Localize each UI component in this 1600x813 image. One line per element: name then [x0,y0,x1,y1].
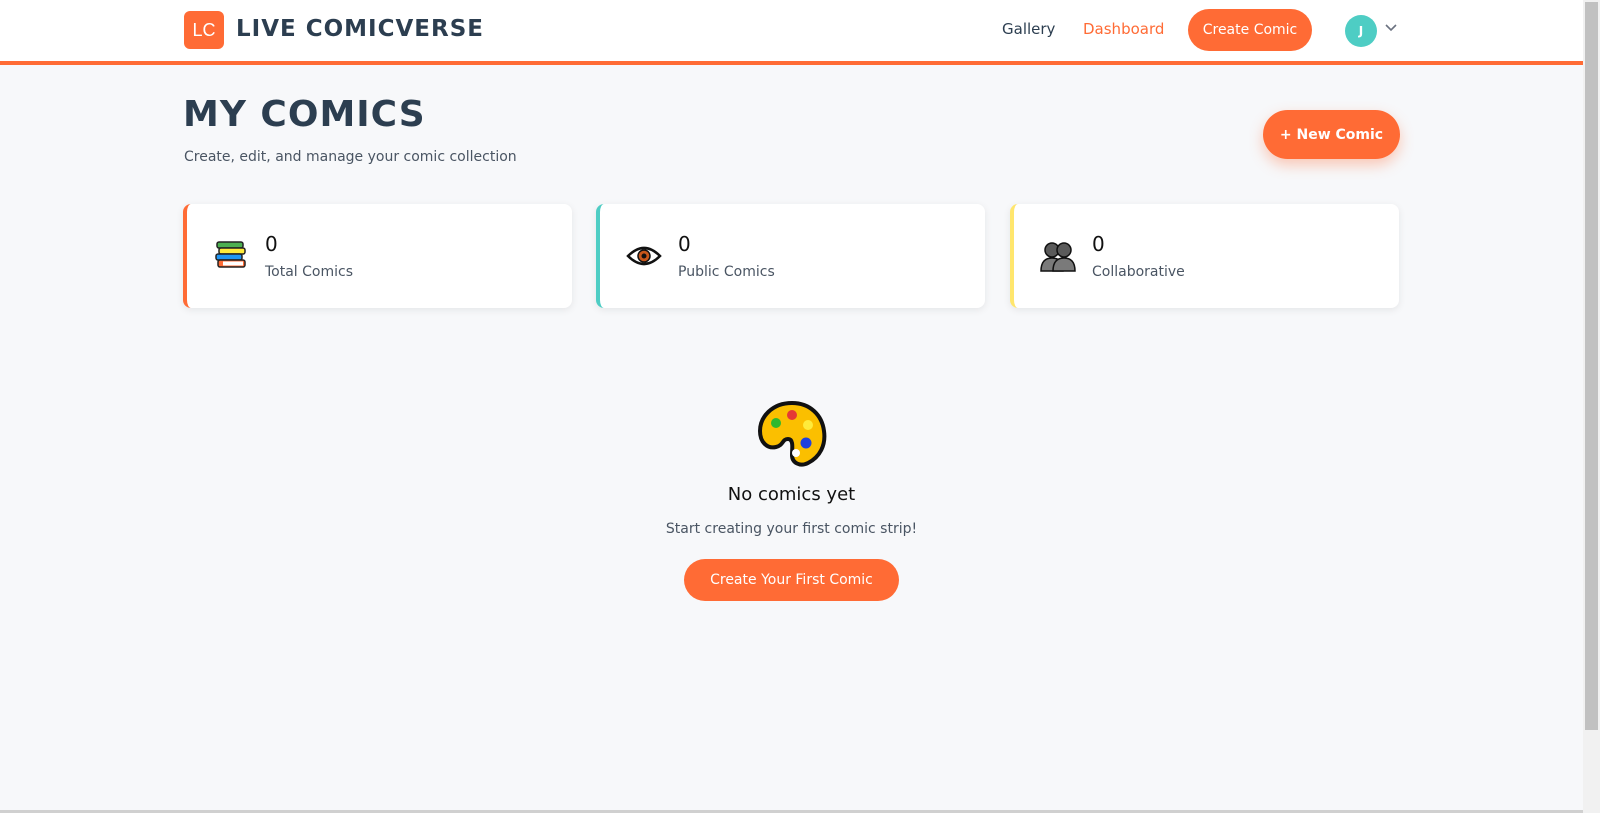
nav-gallery-link[interactable]: Gallery [1002,20,1055,38]
stat-value: 0 [678,232,691,256]
stat-value: 0 [1092,232,1105,256]
top-navbar: LC Live Comicverse Gallery Dashboard Cre… [0,0,1583,65]
brand-name[interactable]: Live Comicverse [236,16,484,42]
user-avatar[interactable]: J [1345,15,1377,47]
create-first-comic-button[interactable]: Create Your First Comic [684,559,899,601]
eye-icon [626,238,662,274]
scrollbar-thumb[interactable] [1585,2,1598,730]
stat-value: 0 [265,232,278,256]
stat-label: Collaborative [1092,264,1185,280]
books-icon [213,238,249,274]
chevron-down-icon[interactable] [1384,20,1398,34]
empty-state-text: Start creating your first comic strip! [665,521,918,537]
page-subtitle: Create, edit, and manage your comic coll… [184,149,517,165]
new-comic-button[interactable]: + New Comic [1263,110,1400,159]
create-comic-button[interactable]: Create Comic [1188,9,1312,51]
stat-label: Public Comics [678,264,775,280]
palette-icon [756,399,828,469]
people-icon [1040,238,1076,274]
stat-card-collaborative: 0 Collaborative [1010,204,1399,308]
logo-icon[interactable]: LC [184,11,224,49]
stat-card-total-comics: 0 Total Comics [183,204,572,308]
page-title: My Comics [183,94,426,135]
nav-dashboard-link[interactable]: Dashboard [1083,20,1164,38]
stat-card-public-comics: 0 Public Comics [596,204,985,308]
empty-state-title: No comics yet [727,484,856,505]
stat-label: Total Comics [265,264,354,280]
